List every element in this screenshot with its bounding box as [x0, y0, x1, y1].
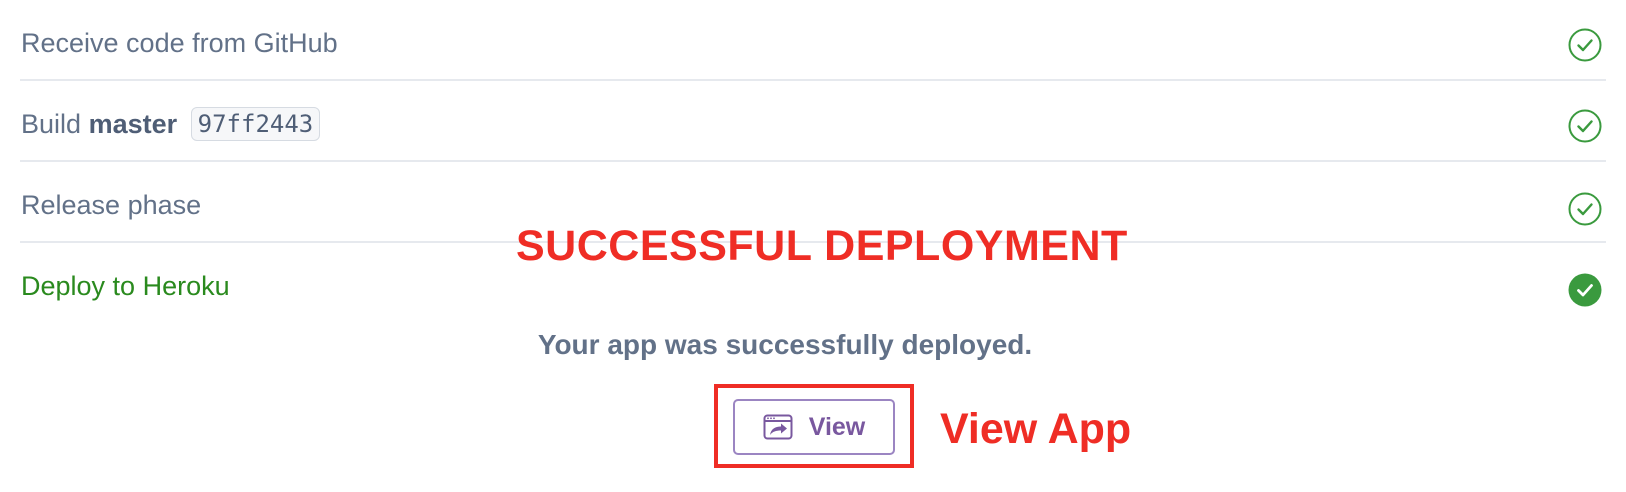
annotation-successful-deployment: SUCCESSFUL DEPLOYMENT: [516, 222, 1128, 270]
step-label: Deploy to Heroku: [21, 271, 230, 301]
step-label: Release phase: [21, 190, 202, 220]
check-circle-icon: [1568, 192, 1602, 226]
step-label: Build master 97ff2443: [21, 106, 321, 143]
branch-name: master: [88, 109, 178, 139]
check-circle-icon: [1568, 109, 1602, 143]
open-app-icon: [763, 414, 793, 440]
annotation-view-app: View App: [940, 405, 1132, 453]
view-button-label: View: [808, 412, 866, 441]
step-build: Build master 97ff2443: [20, 81, 1606, 162]
step-label-prefix: Build: [21, 109, 82, 139]
deploy-success-message-text: Your app was successfully deployed.: [537, 329, 1033, 360]
deployment-steps: Receive code from GitHub Build master 97…: [20, 0, 1606, 324]
view-app-button[interactable]: View: [733, 399, 895, 455]
deploy-success-message: Your app was successfully deployed.: [0, 328, 1626, 362]
step-receive-code: Receive code from GitHub: [20, 0, 1606, 81]
check-circle-filled-icon: [1568, 273, 1602, 307]
commit-hash: 97ff2443: [190, 106, 321, 141]
step-label: Receive code from GitHub: [21, 28, 338, 58]
check-circle-icon: [1568, 28, 1602, 62]
